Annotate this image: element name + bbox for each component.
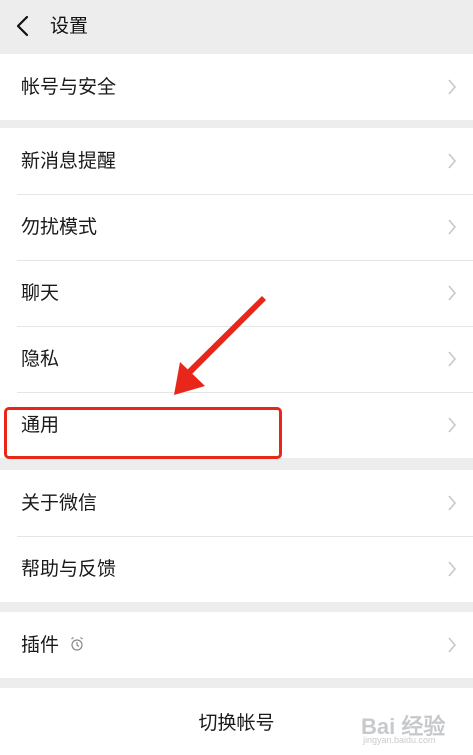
- chevron-right-icon: [448, 79, 457, 95]
- settings-item-account-security[interactable]: 帐号与安全: [0, 54, 473, 120]
- chevron-right-icon: [448, 637, 457, 653]
- settings-item-label: 隐私: [21, 348, 60, 370]
- chevron-right-icon: [448, 219, 457, 235]
- chevron-right-icon: [448, 153, 457, 169]
- watermark-logo: Bai 经验 jingyan.baidu.com: [359, 707, 467, 751]
- settings-item-label: 帐号与安全: [21, 76, 117, 98]
- chevron-right-icon: [448, 351, 457, 367]
- nav-bar: 设置: [0, 0, 473, 52]
- settings-group-plugins: 插件: [0, 612, 473, 678]
- chevron-right-icon: [448, 495, 457, 511]
- settings-item-label: 聊天: [21, 282, 60, 304]
- chevron-right-icon: [448, 561, 457, 577]
- settings-item-privacy[interactable]: 隐私: [0, 326, 473, 392]
- switch-account-label: 切换帐号: [198, 712, 275, 734]
- settings-item-label: 通用: [21, 414, 60, 436]
- settings-item-about-wechat[interactable]: 关于微信: [0, 470, 473, 536]
- back-chevron-icon[interactable]: [14, 14, 32, 38]
- settings-item-do-not-disturb[interactable]: 勿扰模式: [0, 194, 473, 260]
- settings-item-help-feedback[interactable]: 帮助与反馈: [0, 536, 473, 602]
- settings-group-about: 关于微信 帮助与反馈: [0, 470, 473, 602]
- watermark-url: jingyan.baidu.com: [363, 735, 436, 745]
- page-title: 设置: [50, 15, 89, 37]
- settings-item-label: 新消息提醒: [21, 150, 117, 172]
- settings-item-label: 帮助与反馈: [21, 558, 117, 580]
- settings-group-main: 新消息提醒 勿扰模式 聊天 隐私 通用: [0, 128, 473, 458]
- settings-item-label: 插件: [21, 634, 60, 656]
- settings-item-chat[interactable]: 聊天: [0, 260, 473, 326]
- settings-item-label: 勿扰模式: [21, 216, 98, 238]
- settings-group-account: 帐号与安全: [0, 54, 473, 120]
- settings-item-general[interactable]: 通用: [0, 392, 473, 458]
- settings-item-new-message-alerts[interactable]: 新消息提醒: [0, 128, 473, 194]
- settings-item-plugins[interactable]: 插件: [0, 612, 473, 678]
- settings-item-label: 关于微信: [21, 492, 98, 514]
- alarm-clock-icon: [71, 637, 83, 651]
- chevron-right-icon: [448, 417, 457, 433]
- chevron-right-icon: [448, 285, 457, 301]
